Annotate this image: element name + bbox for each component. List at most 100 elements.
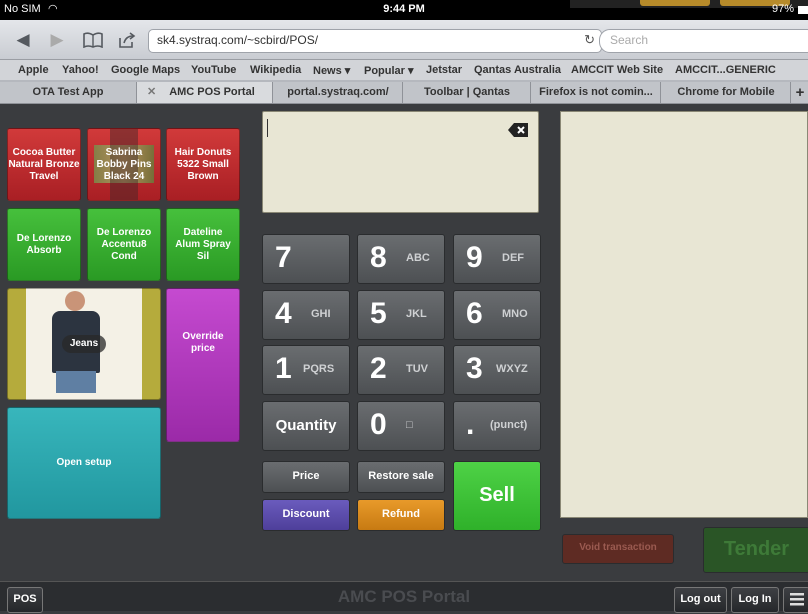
restore-sale-button[interactable]: Restore sale: [357, 461, 445, 493]
tab-amc-pos-portal[interactable]: ✕ AMC POS Portal: [136, 82, 273, 103]
bookmarks-icon[interactable]: [82, 29, 104, 51]
key-3[interactable]: 3 WXYZ: [453, 345, 541, 395]
bookmarks-bar: Apple Yahoo! Google Maps YouTube Wikiped…: [0, 60, 808, 80]
item-de-lorenzo-absorb[interactable]: De Lorenzo Absorb: [7, 208, 81, 281]
search-field[interactable]: Search: [599, 29, 808, 53]
key-digit: 4: [275, 297, 292, 330]
key-letters: MNO: [502, 308, 528, 320]
key-0[interactable]: 0 □: [357, 401, 445, 451]
key-digit: 8: [370, 241, 387, 274]
battery-percent: 97%: [771, 3, 794, 15]
browser-toolbar: ◀ ▶ sk4.systraq.com/~scbird/POS/ ↻ Searc…: [0, 20, 808, 60]
void-transaction-button[interactable]: Void transaction: [562, 534, 674, 564]
login-button[interactable]: Log In: [731, 587, 779, 613]
item-de-lorenzo-accentu8[interactable]: De Lorenzo Accentu8 Cond: [87, 208, 161, 281]
key-letters: DEF: [502, 252, 524, 264]
new-tab-button[interactable]: +: [790, 82, 808, 103]
url-field[interactable]: sk4.systraq.com/~scbird/POS/ ↻: [148, 29, 602, 53]
item-label: Dateline Alum Spray Sil: [175, 226, 231, 262]
tab-ota-test-app[interactable]: OTA Test App: [0, 82, 136, 103]
back-icon[interactable]: ◀: [12, 29, 34, 51]
tab-toolbar-qantas[interactable]: Toolbar | Qantas: [402, 82, 531, 103]
bookmark-item[interactable]: YouTube: [191, 64, 236, 76]
model-jeans: [56, 371, 96, 393]
bookmark-item[interactable]: Wikipedia: [250, 64, 301, 76]
item-cocoa-butter[interactable]: Cocoa Butter Natural Bronze Travel: [7, 128, 81, 201]
button-label: Void transaction: [579, 542, 657, 553]
model-head: [65, 291, 85, 311]
key-2[interactable]: 2 TUV: [357, 345, 445, 395]
item-label: Cocoa Butter Natural Bronze Travel: [8, 146, 80, 182]
discount-button[interactable]: Discount: [262, 499, 350, 531]
item-override-price[interactable]: Override price: [166, 288, 240, 442]
key-digit: 7: [275, 241, 292, 274]
tab-chrome-mobile[interactable]: Chrome for Mobile: [660, 82, 791, 103]
key-1[interactable]: 1 PQRS: [262, 345, 350, 395]
key-digit: .: [466, 408, 475, 441]
key-letters: (punct): [490, 419, 528, 431]
key-6[interactable]: 6 MNO: [453, 290, 541, 340]
close-tab-icon[interactable]: ✕: [147, 82, 156, 103]
item-dateline-alum[interactable]: Dateline Alum Spray Sil: [166, 208, 240, 281]
tab-firefox[interactable]: Firefox is not comin...: [530, 82, 661, 103]
key-digit: 2: [370, 352, 387, 385]
bookmark-item[interactable]: Yahoo!: [62, 64, 99, 76]
tab-portal-systraq[interactable]: portal.systraq.com/: [272, 82, 403, 103]
key-space-symbol: □: [406, 419, 413, 431]
item-label: Override price: [182, 331, 224, 354]
key-letters: JKL: [406, 308, 427, 320]
bookmark-item[interactable]: Popular ▾: [364, 64, 414, 77]
status-bar: No SIM ◠ 9:44 PM 97%: [0, 0, 808, 20]
key-digit: 1: [275, 352, 292, 385]
bookmark-item[interactable]: Qantas Australia: [474, 64, 561, 76]
button-label: Discount: [282, 508, 330, 520]
key-letters: WXYZ: [496, 363, 528, 375]
open-setup-button[interactable]: Open setup: [7, 407, 161, 519]
key-punct[interactable]: . (punct): [453, 401, 541, 451]
bookmark-item[interactable]: AMCCIT Web Site: [571, 64, 663, 76]
button-label: Log out: [680, 593, 721, 605]
quantity-label: Quantity: [275, 417, 337, 434]
bookmark-item[interactable]: Google Maps: [111, 64, 180, 76]
battery-icon: [798, 6, 808, 14]
bookmark-item[interactable]: Apple: [18, 64, 49, 76]
item-hair-donuts[interactable]: Hair Donuts 5322 Small Brown: [166, 128, 240, 201]
key-digit: 5: [370, 297, 387, 330]
button-label: Restore sale: [368, 470, 434, 482]
logout-button[interactable]: Log out: [674, 587, 727, 613]
bookmark-item[interactable]: AMCCIT...GENERIC: [675, 64, 776, 76]
reload-icon[interactable]: ↻: [584, 30, 595, 50]
backspace-icon[interactable]: [507, 122, 529, 138]
key-5[interactable]: 5 JKL: [357, 290, 445, 340]
key-9[interactable]: 9 DEF: [453, 234, 541, 284]
url-text: sk4.systraq.com/~scbird/POS/: [157, 33, 319, 47]
bookmark-item[interactable]: Jetstar: [426, 64, 462, 76]
button-label: Refund: [382, 508, 420, 520]
entry-display[interactable]: [262, 111, 539, 213]
key-4[interactable]: 4 GHI: [262, 290, 350, 340]
receipt-panel: [560, 111, 808, 518]
share-icon[interactable]: [116, 29, 138, 51]
price-button[interactable]: Price: [262, 461, 350, 493]
key-digit: 6: [466, 297, 483, 330]
forward-icon[interactable]: ▶: [46, 29, 68, 51]
key-letters: GHI: [311, 308, 331, 320]
key-7[interactable]: 7: [262, 234, 350, 284]
text-cursor: [267, 119, 268, 137]
tender-button[interactable]: Tender: [703, 527, 808, 573]
bottom-bar: POS AMC POS Portal Log out Log In: [0, 581, 808, 613]
refund-button[interactable]: Refund: [357, 499, 445, 531]
item-label: De Lorenzo Accentu8 Cond: [96, 226, 152, 262]
item-sabrina-bobby-pins[interactable]: Sabrina Bobby Pins Black 24: [87, 128, 161, 201]
bookmark-item[interactable]: News ▾: [313, 64, 350, 77]
button-label: Tender: [723, 538, 790, 560]
item-jeans[interactable]: Jeans: [7, 288, 161, 400]
sell-button[interactable]: Sell: [453, 461, 541, 531]
plus-icon: +: [795, 84, 805, 101]
key-digit: 9: [466, 241, 483, 274]
search-placeholder: Search: [610, 33, 649, 47]
key-8[interactable]: 8 ABC: [357, 234, 445, 284]
quantity-button[interactable]: Quantity: [262, 401, 350, 451]
menu-icon[interactable]: [783, 587, 808, 613]
tab-bar: OTA Test App ✕ AMC POS Portal portal.sys…: [0, 80, 808, 104]
